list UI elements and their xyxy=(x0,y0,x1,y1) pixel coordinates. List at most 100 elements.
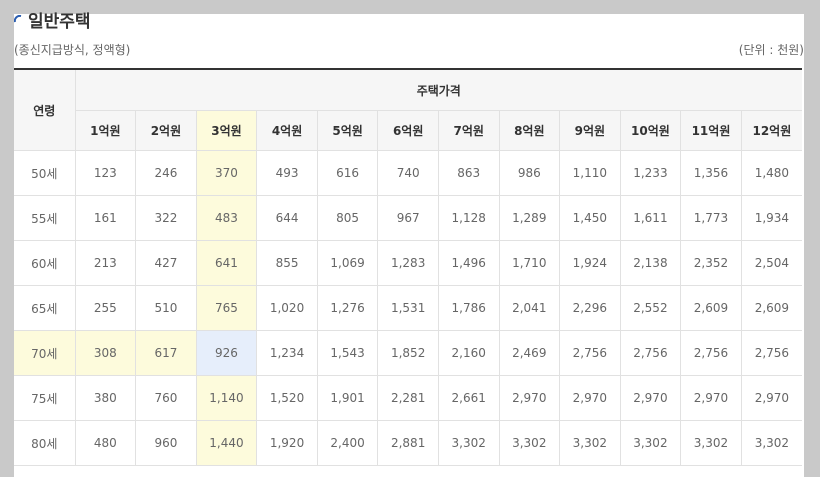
value-cell: 926 xyxy=(195,330,258,376)
age-cell: 55세 xyxy=(14,195,76,241)
price-header: 3억원 xyxy=(195,110,258,151)
value-cell: 1,480 xyxy=(740,150,802,196)
price-header: 1억원 xyxy=(75,110,137,151)
value-cell: 616 xyxy=(316,150,379,196)
value-cell: 510 xyxy=(135,285,197,331)
value-cell: 161 xyxy=(74,195,137,241)
unit-note: (단위 : 천원) xyxy=(738,43,804,57)
price-header: 7억원 xyxy=(437,110,500,151)
value-cell: 1,710 xyxy=(498,240,561,286)
table-notes: (종신지급방식, 정액형) (단위 : 천원) xyxy=(14,41,804,58)
value-cell: 1,356 xyxy=(680,150,742,196)
value-cell: 1,140 xyxy=(195,375,258,421)
price-header: 2억원 xyxy=(135,110,197,151)
value-cell: 2,609 xyxy=(680,285,742,331)
value-cell: 380 xyxy=(74,375,137,421)
price-header: 10억원 xyxy=(619,110,682,151)
age-cell: 65세 xyxy=(14,285,76,331)
value-cell: 740 xyxy=(377,150,439,196)
bullet-icon xyxy=(14,15,22,23)
price-header: 6억원 xyxy=(377,110,439,151)
value-cell: 1,543 xyxy=(316,330,379,376)
value-cell: 863 xyxy=(437,150,500,196)
house-price-header: 주택가격 xyxy=(74,68,802,111)
value-cell: 322 xyxy=(135,195,197,241)
value-cell: 1,924 xyxy=(559,240,621,286)
table-row: 80세 480 960 1,440 1,920 2,400 2,881 3,302 3,302 3… xyxy=(14,420,802,466)
value-cell: 2,756 xyxy=(619,330,682,376)
table-row: 60세 213 427 641 855 1,069 1,283 1,496 1,710 1,924… xyxy=(14,240,802,286)
table-row: 70세 308 617 926 1,234 1,543 1,852 2,160 2,469 2,7… xyxy=(14,330,802,376)
value-cell: 3,302 xyxy=(619,420,682,466)
value-cell: 967 xyxy=(377,195,439,241)
value-cell: 1,786 xyxy=(437,285,500,331)
value-cell: 2,970 xyxy=(740,375,802,421)
age-cell: 50세 xyxy=(14,150,76,196)
price-header: 4억원 xyxy=(256,110,318,151)
value-cell: 3,302 xyxy=(559,420,621,466)
value-cell: 2,504 xyxy=(740,240,802,286)
table-row: 50세 123 246 370 493 616 740 863 986 1,110 1,233 1,3… xyxy=(14,150,802,196)
age-cell: 60세 xyxy=(14,240,76,286)
value-cell: 123 xyxy=(74,150,137,196)
age-cell: 80세 xyxy=(14,420,76,466)
value-cell: 2,970 xyxy=(619,375,682,421)
header-row-group: 연령 주택가격 xyxy=(14,68,802,151)
age-header: 연령 xyxy=(14,68,76,151)
value-cell: 2,661 xyxy=(437,375,500,421)
price-header: 8억원 xyxy=(498,110,561,151)
value-cell: 3,302 xyxy=(498,420,561,466)
value-cell: 1,020 xyxy=(256,285,318,331)
value-cell: 2,041 xyxy=(498,285,561,331)
value-cell: 1,110 xyxy=(559,150,621,196)
value-cell: 2,756 xyxy=(740,330,802,376)
age-cell: 70세 xyxy=(14,330,76,376)
value-cell: 986 xyxy=(498,150,561,196)
value-cell: 2,352 xyxy=(680,240,742,286)
value-cell: 2,400 xyxy=(316,420,379,466)
value-cell: 493 xyxy=(256,150,318,196)
table-row: 55세 161 322 483 644 805 967 1,128 1,289 1,450 1,61… xyxy=(14,195,802,241)
value-cell: 2,160 xyxy=(437,330,500,376)
price-header: 9억원 xyxy=(559,110,621,151)
value-cell: 855 xyxy=(256,240,318,286)
value-cell: 2,756 xyxy=(559,330,621,376)
section-title: 일반주택 xyxy=(14,14,91,32)
value-cell: 2,296 xyxy=(559,285,621,331)
value-cell: 1,520 xyxy=(256,375,318,421)
table-row: 65세 255 510 765 1,020 1,276 1,531 1,786 2,041 2,2… xyxy=(14,285,802,331)
value-cell: 1,233 xyxy=(619,150,682,196)
table-body: 50세 123 246 370 493 616 740 863 986 1,110 1,233 1,3… xyxy=(14,150,802,466)
value-cell: 1,852 xyxy=(377,330,439,376)
value-cell: 370 xyxy=(195,150,258,196)
value-cell: 2,756 xyxy=(680,330,742,376)
value-cell: 1,440 xyxy=(195,420,258,466)
value-cell: 1,128 xyxy=(437,195,500,241)
value-cell: 644 xyxy=(256,195,318,241)
pension-panel: 일반주택 (종신지급방식, 정액형) (단위 : 천원) 연령 주택가격 1억원… xyxy=(14,14,804,477)
value-cell: 1,276 xyxy=(316,285,379,331)
value-cell: 1,069 xyxy=(316,240,379,286)
value-cell: 1,920 xyxy=(256,420,318,466)
value-cell: 1,496 xyxy=(437,240,500,286)
value-cell: 308 xyxy=(74,330,137,376)
value-cell: 213 xyxy=(74,240,137,286)
value-cell: 2,970 xyxy=(680,375,742,421)
value-cell: 1,289 xyxy=(498,195,561,241)
value-cell: 765 xyxy=(195,285,258,331)
value-cell: 2,552 xyxy=(619,285,682,331)
value-cell: 2,281 xyxy=(377,375,439,421)
value-cell: 617 xyxy=(135,330,197,376)
value-cell: 1,283 xyxy=(377,240,439,286)
price-header: 11억원 xyxy=(680,110,742,151)
price-header: 5억원 xyxy=(316,110,379,151)
value-cell: 1,901 xyxy=(316,375,379,421)
value-cell: 480 xyxy=(74,420,137,466)
value-cell: 2,609 xyxy=(740,285,802,331)
pension-table: 연령 주택가격 1억원 2억원 3억원 4억원 5억원 6억원 7억원 8억원 9억원 10억원 1… xyxy=(14,68,802,466)
value-cell: 805 xyxy=(316,195,379,241)
value-cell: 1,934 xyxy=(740,195,802,241)
value-cell: 246 xyxy=(135,150,197,196)
value-cell: 3,302 xyxy=(437,420,500,466)
value-cell: 2,970 xyxy=(559,375,621,421)
